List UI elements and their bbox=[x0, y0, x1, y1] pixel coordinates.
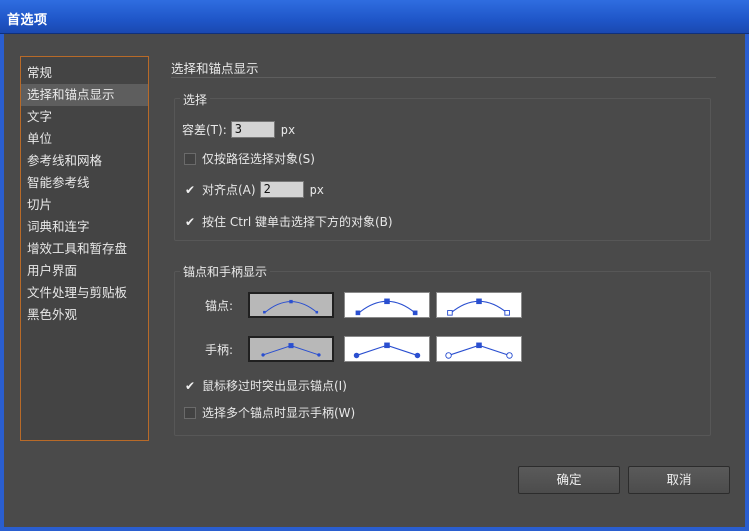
anchor-style-3-icon bbox=[447, 298, 510, 316]
title-bar: 首选项 bbox=[0, 0, 749, 34]
multi-handles-checkbox[interactable] bbox=[184, 406, 196, 419]
category-file-clipboard[interactable]: 文件处理与剪贴板 bbox=[21, 282, 148, 304]
snap-unit: px bbox=[309, 182, 325, 197]
check-icon: ✔ bbox=[184, 182, 196, 197]
check-icon: ✔ bbox=[184, 214, 196, 229]
anchor-style-3-button[interactable] bbox=[436, 292, 522, 318]
snap-input[interactable]: 2 bbox=[259, 181, 304, 198]
anchor-style-2-button[interactable] bbox=[344, 292, 430, 318]
highlight-row[interactable]: ✔ 鼠标移过时突出显示锚点(I) bbox=[184, 377, 347, 394]
handle-style-1-button[interactable] bbox=[248, 336, 334, 362]
tolerance-unit: px bbox=[280, 122, 296, 137]
multi-handles-row[interactable]: 选择多个锚点时显示手柄(W) bbox=[184, 404, 355, 421]
path-only-checkbox[interactable] bbox=[184, 152, 196, 165]
handle-style-2-button[interactable] bbox=[344, 336, 430, 362]
handle-style-2-icon bbox=[353, 342, 421, 359]
tolerance-input[interactable]: 3 bbox=[230, 121, 275, 138]
check-icon: ✔ bbox=[184, 378, 196, 393]
anchors-label: 锚点: bbox=[205, 299, 234, 313]
anchor-style-2-icon bbox=[355, 298, 418, 316]
selection-group-title: 选择 bbox=[180, 91, 211, 108]
path-only-label: 仅按路径选择对象(S) bbox=[202, 152, 315, 166]
anchor-handle-group-title: 锚点和手柄显示 bbox=[180, 263, 271, 280]
snap-row[interactable]: ✔ 对齐点(A) 2 px bbox=[184, 181, 324, 198]
window-title: 首选项 bbox=[7, 13, 48, 28]
category-user-interface[interactable]: 用户界面 bbox=[21, 260, 148, 282]
tolerance-row: 容差(T): 3 px bbox=[182, 121, 295, 138]
category-type[interactable]: 文字 bbox=[21, 106, 148, 128]
category-smart-guides[interactable]: 智能参考线 bbox=[21, 172, 148, 194]
handle-style-1-icon bbox=[261, 343, 321, 357]
highlight-label: 鼠标移过时突出显示锚点(I) bbox=[202, 379, 347, 393]
ctrl-click-label: 按住 Ctrl 键单击选择下方的对象(B) bbox=[202, 215, 393, 229]
handles-label: 手柄: bbox=[205, 343, 234, 357]
cancel-button[interactable]: 取消 bbox=[628, 466, 730, 494]
handle-style-3-button[interactable] bbox=[436, 336, 522, 362]
category-units[interactable]: 单位 bbox=[21, 128, 148, 150]
category-black-appearance[interactable]: 黑色外观 bbox=[21, 304, 148, 326]
category-slices[interactable]: 切片 bbox=[21, 194, 148, 216]
handle-style-3-icon bbox=[445, 342, 513, 359]
multi-handles-label: 选择多个锚点时显示手柄(W) bbox=[202, 406, 356, 420]
category-plugins-scratch[interactable]: 增效工具和暂存盘 bbox=[21, 238, 148, 260]
snap-checkbox[interactable]: ✔ bbox=[184, 182, 196, 197]
highlight-checkbox[interactable]: ✔ bbox=[184, 378, 196, 393]
anchor-style-1-icon bbox=[263, 299, 319, 314]
panel-divider bbox=[171, 77, 716, 78]
panel-title: 选择和锚点显示 bbox=[171, 61, 259, 76]
category-general[interactable]: 常规 bbox=[21, 62, 148, 84]
category-list: 常规 选择和锚点显示 文字 单位 参考线和网格 智能参考线 切片 词典和连字 增… bbox=[20, 56, 149, 441]
tolerance-label: 容差(T): bbox=[182, 123, 227, 137]
snap-label: 对齐点(A) bbox=[202, 183, 256, 197]
ctrl-click-checkbox[interactable]: ✔ bbox=[184, 214, 196, 229]
ok-button[interactable]: 确定 bbox=[518, 466, 620, 494]
category-guides-grid[interactable]: 参考线和网格 bbox=[21, 150, 148, 172]
category-selection-anchor-display[interactable]: 选择和锚点显示 bbox=[21, 84, 148, 106]
category-hyphenation[interactable]: 词典和连字 bbox=[21, 216, 148, 238]
path-only-row[interactable]: 仅按路径选择对象(S) bbox=[184, 150, 315, 167]
ctrl-click-row[interactable]: ✔ 按住 Ctrl 键单击选择下方的对象(B) bbox=[184, 213, 393, 230]
anchor-style-1-button[interactable] bbox=[248, 292, 334, 318]
